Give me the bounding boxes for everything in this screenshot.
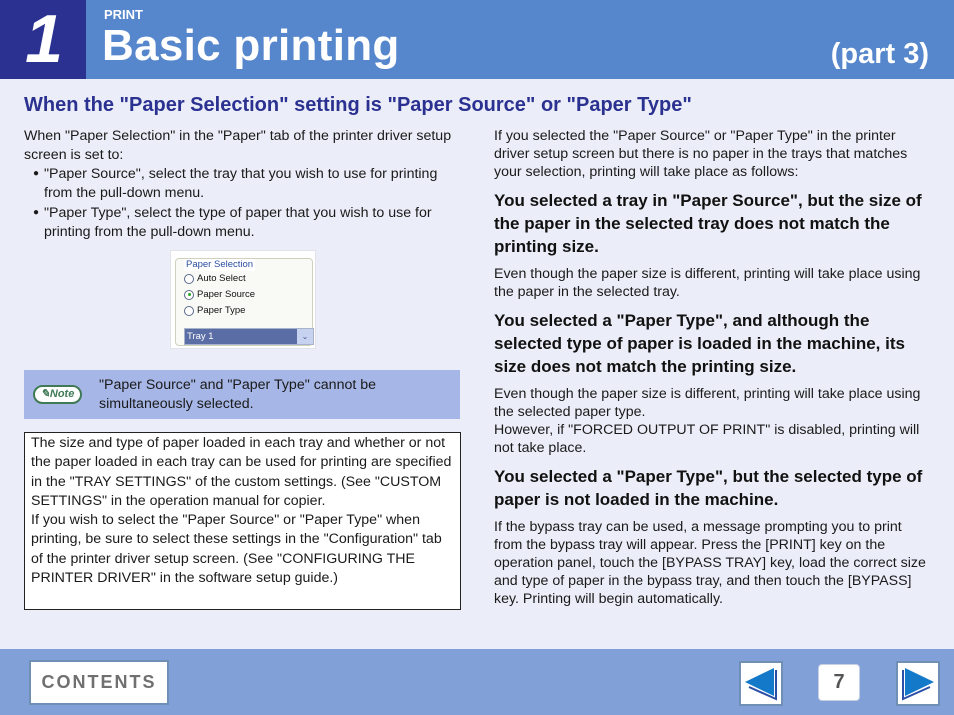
bullet-icon: ● (33, 207, 40, 218)
radio-label: Paper Type (197, 305, 246, 316)
radio-paper-source: Paper Source (184, 288, 255, 301)
radio-label: Paper Source (197, 289, 256, 300)
next-page-button[interactable] (896, 661, 940, 706)
radio-checked-icon (184, 289, 194, 300)
case-body: Even though the paper size is different,… (494, 266, 921, 300)
bullet-item: ● "Paper Source", select the tray that y… (24, 165, 464, 202)
tray-select: Tray 1 ⌄ (184, 328, 314, 345)
left-intro: When "Paper Selection" in the "Paper" ta… (24, 127, 464, 243)
bullet-icon: ● (33, 168, 40, 179)
group-label: Paper Selection (184, 259, 256, 271)
bullet-list: ● "Paper Source", select the tray that y… (24, 165, 464, 241)
note-text: "Paper Source" and "Paper Type" cannot b… (99, 377, 377, 412)
case-heading: You selected a "Paper Type", and althoug… (494, 311, 905, 376)
case-body: If the bypass tray can be used, a messag… (494, 519, 926, 607)
case-heading: You selected a tray in "Paper Source", b… (494, 191, 922, 256)
case-body: Even though the paper size is different,… (494, 386, 921, 420)
paper-selection-group: Paper Selection Auto Select Paper Source… (175, 258, 314, 346)
contents-button[interactable]: CONTENTS (29, 660, 169, 705)
previous-page-button[interactable] (739, 661, 783, 706)
bullet-text: "Paper Source", select the tray that you… (44, 166, 438, 201)
chevron-down-icon: ⌄ (297, 329, 313, 344)
radio-icon (184, 273, 194, 284)
intro-paragraph: When "Paper Selection" in the "Paper" ta… (24, 128, 452, 163)
radio-paper-type: Paper Type (184, 304, 245, 317)
right-intro: If you selected the "Paper Source" or "P… (494, 128, 908, 180)
part-label: (part 3) (830, 38, 929, 70)
left-arrow-icon (745, 668, 777, 701)
case-body-note: However, if "FORCED OUTPUT OF PRINT" is … (494, 422, 920, 456)
case-heading: You selected a "Paper Type", but the sel… (494, 467, 923, 509)
tray-select-value: Tray 1 (187, 331, 214, 342)
bullet-item: ● "Paper Type", select the type of paper… (24, 204, 464, 241)
note-icon: ✎Note (33, 385, 82, 404)
right-arrow-icon (902, 668, 934, 701)
paper-selection-dialog-image: Paper Selection Auto Select Paper Source… (170, 250, 316, 349)
chapter-number: 1 (0, 0, 86, 79)
page-footer: CONTENTS 7 (0, 649, 954, 715)
section-heading: When the "Paper Selection" setting is "P… (24, 94, 692, 116)
info-paragraph: If you wish to select the "Paper Source"… (31, 512, 442, 587)
bullet-text: "Paper Type", select the type of paper t… (44, 205, 432, 240)
page-title: Basic printing (102, 21, 400, 70)
page-header: 1 PRINT Basic printing (part 3) (0, 0, 954, 79)
note-box: ✎Note "Paper Source" and "Paper Type" ca… (24, 370, 460, 419)
right-column: If you selected the "Paper Source" or "P… (494, 127, 934, 608)
radio-auto-select: Auto Select (184, 272, 246, 285)
info-paragraph: The size and type of paper loaded in eac… (31, 435, 452, 509)
page-number: 7 (818, 664, 860, 701)
radio-label: Auto Select (197, 273, 246, 284)
radio-icon (184, 305, 194, 316)
info-box: The size and type of paper loaded in eac… (24, 432, 461, 610)
